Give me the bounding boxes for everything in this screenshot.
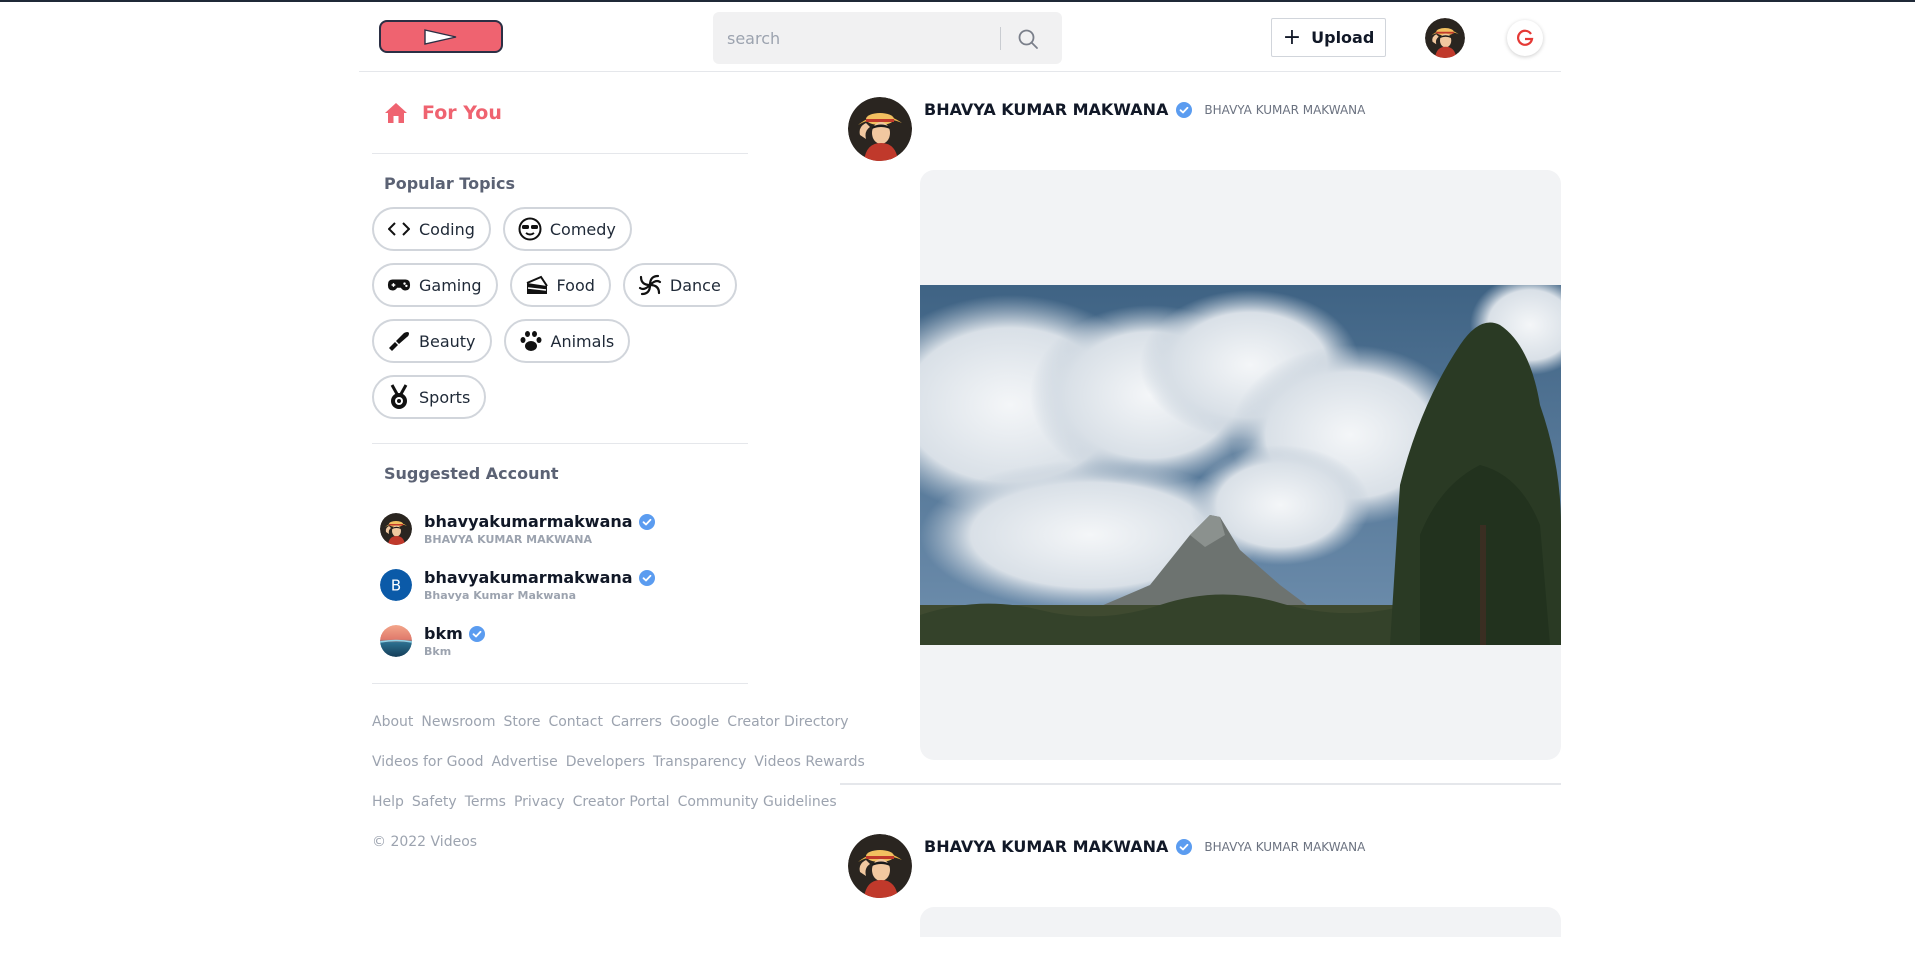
topic-gaming[interactable]: Gaming [372, 263, 498, 307]
footer-link[interactable]: Terms [465, 794, 506, 810]
topic-food[interactable]: Food [509, 263, 611, 307]
topic-label: Animals [550, 331, 615, 351]
gamepad-icon [387, 273, 411, 297]
account-display-name: Bhavya Kumar Makwana [424, 589, 577, 602]
topic-label: Beauty [419, 331, 476, 351]
footer-link[interactable]: Community Guidelines [678, 794, 837, 810]
footer-group-1: About Newsroom Store Contact Carrers Google Cr… [372, 708, 849, 736]
footer-link[interactable]: Carrers [611, 714, 662, 730]
topic-animals[interactable]: Animals [503, 319, 631, 363]
lipstick-icon [387, 329, 411, 353]
topic-label: Dance [669, 275, 721, 295]
medal-icon [387, 384, 411, 409]
popular-topics-title: Popular Topics [384, 174, 516, 193]
sunglasses-face-icon [518, 217, 542, 241]
upload-button[interactable]: + Upload [1271, 18, 1386, 57]
viewport-bottom [0, 937, 1915, 959]
play-logo-icon [424, 29, 457, 45]
topic-label: Comedy [549, 219, 616, 239]
post-author-nickname: BHAVYA KUMAR MAKWANA [1204, 839, 1366, 854]
suggested-accounts-list: bhavyakumarmakwana BHAVYA KUMAR MAKWANA … [372, 483, 748, 684]
search-icon[interactable] [1017, 28, 1039, 50]
footer-group-2: Videos for Good Advertise Developers Transp… [372, 748, 865, 776]
footer-link[interactable]: Advertise [492, 754, 558, 770]
post-author-avatar[interactable] [848, 97, 912, 161]
post-author-avatar[interactable] [848, 834, 912, 898]
suggested-account[interactable]: bkm Bkm [372, 613, 748, 669]
topic-sports[interactable]: Sports [372, 375, 487, 419]
footer-link[interactable]: Store [503, 714, 540, 730]
avatar [380, 513, 412, 545]
footer-link[interactable]: Transparency [653, 754, 746, 770]
avatar: B [380, 569, 412, 601]
post-author-name[interactable]: BHAVYA KUMAR MAKWANA [924, 837, 1168, 856]
video-frame [920, 285, 1561, 645]
feed-post: BHAVYA KUMAR MAKWANA BHAVYA KUMAR MAKWAN… [840, 785, 1561, 959]
paw-icon [519, 329, 543, 353]
footer-links: About Newsroom Store Contact Carrers Google Cr… [372, 684, 865, 856]
verified-icon [1176, 838, 1193, 855]
upload-label: Upload [1311, 28, 1375, 47]
suggested-account[interactable]: B bhavyakumarmakwana Bhavya Kumar Makwan… [372, 557, 748, 613]
video-player[interactable] [920, 170, 1561, 760]
topic-label: Coding [419, 219, 475, 239]
footer-link[interactable]: Videos for Good [372, 754, 484, 770]
footer-link[interactable]: Contact [548, 714, 602, 730]
verified-icon [468, 625, 485, 642]
topic-beauty[interactable]: Beauty [372, 319, 492, 363]
account-display-name: BHAVYA KUMAR MAKWANA [424, 533, 593, 546]
footer-link[interactable]: Help [372, 794, 404, 810]
spiral-icon [638, 273, 662, 297]
search-box [713, 12, 1062, 64]
suggested-account-title: Suggested Account [384, 464, 559, 483]
code-icon [387, 217, 411, 241]
footer-link[interactable]: Newsroom [421, 714, 495, 730]
account-username: bhavyakumarmakwana [424, 512, 633, 531]
cake-icon [525, 273, 549, 297]
google-icon [1517, 29, 1534, 46]
suggested-account[interactable]: bhavyakumarmakwana BHAVYA KUMAR MAKWANA [372, 501, 748, 557]
avatar [380, 625, 412, 657]
verified-icon [638, 513, 655, 530]
plus-icon: + [1282, 24, 1302, 50]
google-logout-button[interactable] [1507, 20, 1543, 56]
topic-coding[interactable]: Coding [372, 207, 491, 251]
topics-list: Coding Comedy Gaming Food Dance Beauty A… [372, 193, 748, 444]
user-avatar[interactable] [1425, 18, 1465, 58]
footer-link[interactable]: Google [670, 714, 719, 730]
search-input[interactable] [727, 26, 997, 50]
avatar-letter: B [391, 577, 401, 595]
footer-link[interactable]: Privacy [514, 794, 565, 810]
post-author-name[interactable]: BHAVYA KUMAR MAKWANA [924, 100, 1168, 119]
footer-link[interactable]: Developers [566, 754, 645, 770]
verified-icon [1176, 101, 1193, 118]
for-you-label: For You [422, 101, 502, 124]
play-logo[interactable] [379, 20, 503, 53]
topic-comedy[interactable]: Comedy [502, 207, 632, 251]
topic-label: Food [556, 275, 595, 295]
topic-label: Sports [419, 387, 471, 407]
sidebar: For You Popular Topics Coding Comedy Gam… [372, 72, 865, 856]
top-header: + Upload [359, 2, 1561, 72]
footer-link[interactable]: Creator Portal [573, 794, 670, 810]
home-icon [385, 102, 407, 123]
for-you-link[interactable]: For You [372, 72, 748, 154]
verified-icon [638, 569, 655, 586]
post-header: BHAVYA KUMAR MAKWANA BHAVYA KUMAR MAKWAN… [924, 100, 1365, 119]
footer-link[interactable]: Creator Directory [727, 714, 848, 730]
post-header: BHAVYA KUMAR MAKWANA BHAVYA KUMAR MAKWAN… [924, 837, 1365, 856]
topic-dance[interactable]: Dance [622, 263, 737, 307]
search-divider [1000, 27, 1001, 50]
account-username: bkm [424, 624, 463, 643]
account-display-name: Bkm [424, 645, 452, 658]
post-author-nickname: BHAVYA KUMAR MAKWANA [1204, 102, 1366, 117]
video-feed: BHAVYA KUMAR MAKWANA BHAVYA KUMAR MAKWAN… [840, 72, 1561, 959]
feed-post: BHAVYA KUMAR MAKWANA BHAVYA KUMAR MAKWAN… [840, 72, 1561, 785]
footer-link[interactable]: Safety [412, 794, 457, 810]
footer-link[interactable]: About [372, 714, 413, 730]
account-username: bhavyakumarmakwana [424, 568, 633, 587]
topic-label: Gaming [419, 275, 482, 295]
copyright: © 2022 Videos [372, 834, 478, 850]
footer-group-3: Help Safety Terms Privacy Creator Portal Comm… [372, 788, 837, 816]
